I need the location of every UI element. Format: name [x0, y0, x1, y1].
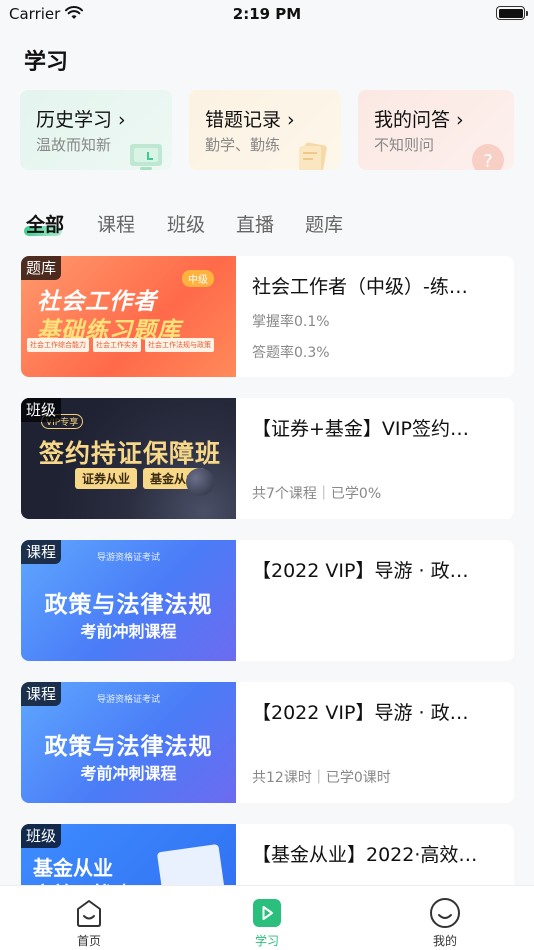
monitor-icon [130, 144, 162, 170]
my-qa-card[interactable]: 我的问答 › 不知则问 ? [358, 90, 514, 170]
course-thumbnail: 题库 中级 社会工作者 基础练习题库 社会工作综合能力 社会工作实务 社会工作法… [21, 256, 236, 377]
filter-tabs: 全部 课程 班级 直播 题库 [0, 208, 534, 240]
level-badge: 中级 [182, 270, 214, 287]
type-tag: 课程 [21, 682, 62, 706]
list-item[interactable]: 课程 导游资格证考试 政策与法律法规 考前冲刺课程 【2022 VIP】导游 ·… [21, 682, 514, 803]
type-tag: 题库 [21, 256, 62, 280]
mastery-rate: 掌握率0.1% [252, 314, 330, 330]
tabbar-home-label: 首页 [76, 934, 101, 948]
my-qa-subtitle: 不知则问 [374, 136, 435, 154]
tab-classes[interactable]: 班级 [167, 210, 205, 237]
home-face-icon [77, 900, 101, 927]
notebook-icon [299, 142, 327, 170]
thumb-subtitle: 考前冲刺课程 [80, 622, 177, 641]
mistakes-record-card[interactable]: 错题记录 › 勤学、勤练 [189, 90, 341, 170]
course-thumbnail: 班级 VIP专享 签约持证保障班 证券从业 基金从业 [21, 398, 236, 519]
course-thumbnail: 课程 导游资格证考试 政策与法律法规 考前冲刺课程 [21, 540, 236, 661]
history-learning-subtitle: 温故而知新 [36, 136, 112, 154]
thumb-subtitle: 考前冲刺课程 [80, 764, 177, 783]
tabbar-home[interactable]: 首页 [39, 886, 139, 950]
course-thumbnail: 课程 导游资格证考试 政策与法律法规 考前冲刺课程 [21, 682, 236, 803]
thumb-title: 基金从业 [33, 856, 113, 880]
thumb-title: 政策与法律法规 [44, 734, 213, 760]
item-title: 【证券+基金】VIP签约… [252, 418, 469, 440]
item-title: 【基金从业】2022·高效… [252, 844, 478, 866]
tab-courses[interactable]: 课程 [97, 210, 135, 237]
profile-face-icon [430, 898, 460, 928]
type-tag: 课程 [21, 540, 62, 564]
thumb-chip: 社会工作综合能力 [27, 338, 89, 352]
history-learning-card[interactable]: 历史学习 › 温故而知新 [20, 90, 172, 170]
svg-text:?: ? [483, 151, 493, 170]
type-tag: 班级 [21, 824, 62, 848]
mistakes-record-title: 错题记录 › [205, 109, 295, 131]
list-item[interactable]: 题库 中级 社会工作者 基础练习题库 社会工作综合能力 社会工作实务 社会工作法… [21, 256, 514, 377]
thumb-chips: 社会工作综合能力 社会工作实务 社会工作法规与政策 [27, 338, 214, 352]
tab-live[interactable]: 直播 [236, 210, 274, 237]
item-title: 社会工作者（中级）-练… [252, 276, 468, 298]
tab-all[interactable]: 全部 [26, 210, 64, 237]
item-title: 【2022 VIP】导游 · 政… [252, 702, 469, 724]
list-item[interactable]: 班级 VIP专享 签约持证保障班 证券从业 基金从业 【证券+基金】VIP签约…… [21, 398, 514, 519]
progress-meta: 共12课时｜已学0课时 [252, 770, 391, 786]
item-title: 【2022 VIP】导游 · 政… [252, 560, 469, 582]
thumb-title: 政策与法律法规 [44, 592, 213, 618]
list-item[interactable]: 课程 导游资格证考试 政策与法律法规 考前冲刺课程 【2022 VIP】导游 ·… [21, 540, 514, 661]
decorative-sphere [186, 468, 214, 496]
answer-rate: 答题率0.3% [252, 345, 330, 361]
thumb-chip: 证券从业 [75, 468, 138, 489]
thumb-title: 签约持证保障班 [39, 439, 222, 468]
progress-meta: 共7个课程｜已学0% [252, 486, 382, 502]
type-tag: 班级 [21, 398, 62, 422]
thumb-chip: 社会工作实务 [93, 338, 141, 352]
tabbar-mine[interactable]: 我的 [395, 886, 495, 950]
bottom-tab-bar: 首页 学习 我的 [0, 885, 534, 950]
my-qa-title: 我的问答 › [374, 109, 464, 131]
history-learning-title: 历史学习 › [36, 109, 126, 131]
tabbar-learning-label: 学习 [254, 934, 279, 948]
mistakes-record-subtitle: 勤学、勤练 [205, 136, 281, 154]
page-title: 学习 [24, 50, 69, 75]
question-bubble-icon: ? [472, 144, 504, 170]
battery-icon [496, 6, 528, 20]
thumb-chip: 社会工作法规与政策 [145, 338, 214, 352]
tab-question-bank[interactable]: 题库 [305, 210, 343, 237]
play-icon [253, 899, 281, 927]
tabbar-mine-label: 我的 [432, 934, 457, 948]
clock: 2:19 PM [232, 5, 302, 23]
tabbar-learning[interactable]: 学习 [217, 886, 317, 950]
status-bar: Carrier 2:19 PM [0, 0, 534, 30]
